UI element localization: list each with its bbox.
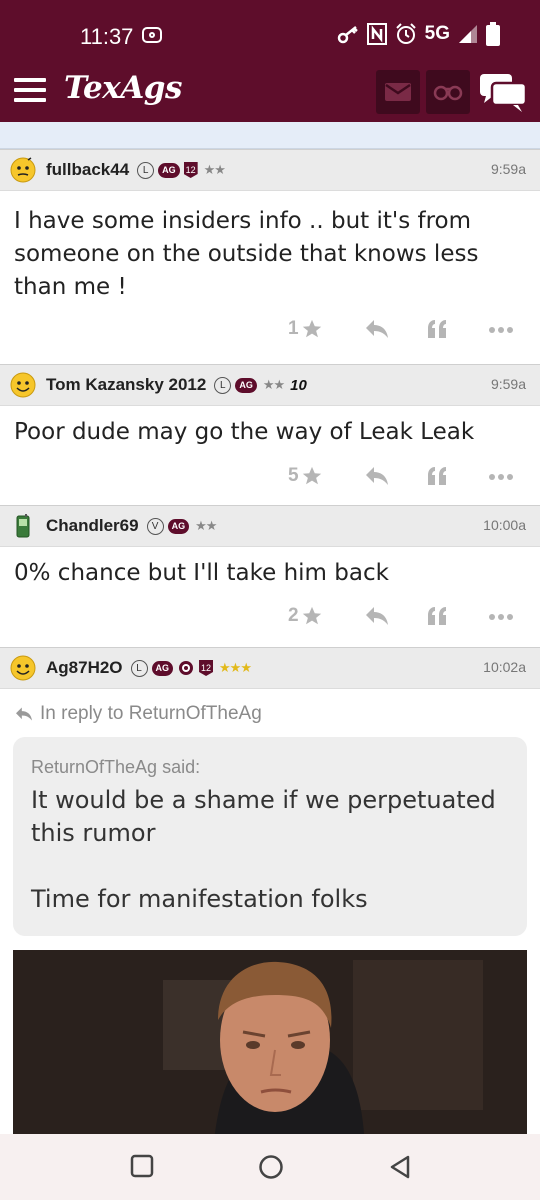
like-button[interactable]: 2 bbox=[288, 605, 323, 627]
menu-icon[interactable] bbox=[14, 78, 46, 104]
rating-stars: ★★ bbox=[262, 377, 285, 393]
post: Ag87H2O L AG 12 ★★★ 10:02a In reply to R… bbox=[0, 647, 540, 1134]
reply-arrow-icon bbox=[16, 707, 32, 721]
smiley-icon[interactable] bbox=[10, 655, 36, 681]
quote-icon[interactable] bbox=[426, 318, 448, 340]
system-nav-bar bbox=[0, 1134, 540, 1200]
reply-to-link[interactable]: In reply to ReturnOfTheAg bbox=[0, 689, 540, 737]
quote-icon[interactable] bbox=[426, 465, 448, 487]
like-count: 1 bbox=[288, 318, 299, 339]
key-icon bbox=[337, 26, 358, 44]
status-icons: 5G bbox=[337, 22, 500, 46]
rating-stars: ★★★ bbox=[219, 660, 252, 676]
post-actions: 1 bbox=[0, 304, 540, 364]
watchlist-button[interactable] bbox=[426, 70, 470, 114]
post: Tom Kazansky 2012 L AG ★★ 10 9:59a Poor … bbox=[0, 364, 540, 505]
recents-button[interactable] bbox=[130, 1154, 154, 1178]
more-icon[interactable] bbox=[488, 613, 514, 621]
post-body: 0% chance but I'll take him back bbox=[14, 560, 389, 586]
status-bar: 11:37 5G bbox=[0, 0, 540, 62]
battery-icon bbox=[486, 22, 500, 46]
username[interactable]: fullback44 bbox=[46, 160, 129, 180]
more-icon[interactable] bbox=[488, 473, 514, 481]
reveille-badge-icon bbox=[179, 661, 194, 675]
smiley-icon[interactable] bbox=[10, 372, 36, 398]
quote-author[interactable]: ReturnOfTheAg said: bbox=[31, 757, 509, 778]
post: Chandler69 V AG ★★ 10:00a 0% chance but … bbox=[0, 505, 540, 647]
rating-stars: ★★ bbox=[195, 518, 217, 534]
post-header: Chandler69 V AG ★★ 10:00a bbox=[0, 505, 540, 547]
reply-icon[interactable] bbox=[364, 318, 390, 340]
status-time: 11:37 bbox=[80, 24, 134, 49]
post-body: Poor dude may go the way of Leak Leak bbox=[14, 419, 475, 445]
username[interactable]: Chandler69 bbox=[46, 516, 139, 536]
username[interactable]: Ag87H2O bbox=[46, 658, 123, 678]
badge-l: L bbox=[137, 161, 155, 179]
post-header: Ag87H2O L AG 12 ★★★ 10:02a bbox=[0, 647, 540, 689]
post: fullback44 L AG 12 ★★ 9:59a I have some … bbox=[0, 149, 540, 364]
nfc-icon bbox=[366, 23, 387, 45]
star-icon bbox=[302, 319, 321, 338]
badge-ag: AG bbox=[235, 377, 257, 393]
post-image[interactable] bbox=[13, 950, 527, 1134]
rating-stars: ★★ bbox=[203, 162, 226, 178]
tag-10: 10 bbox=[290, 376, 307, 394]
chat-icon[interactable] bbox=[480, 74, 526, 112]
post-header: Tom Kazansky 2012 L AG ★★ 10 9:59a bbox=[0, 364, 540, 406]
thread-content: fullback44 L AG 12 ★★ 9:59a I have some … bbox=[0, 122, 540, 1134]
screen-record-icon bbox=[142, 27, 162, 43]
quote-icon[interactable] bbox=[426, 605, 448, 627]
star-icon bbox=[302, 466, 321, 485]
post-time: 10:02a bbox=[483, 659, 526, 675]
quote-text: It would be a shame if we perpetuated th… bbox=[31, 786, 496, 913]
reply-to-text: In reply to ReturnOfTheAg bbox=[40, 703, 262, 724]
previous-post-peek bbox=[0, 122, 540, 149]
badge-ag: AG bbox=[167, 518, 190, 534]
badge-12th-man: 12 bbox=[183, 162, 198, 178]
back-button[interactable] bbox=[388, 1154, 412, 1180]
signal-icon bbox=[459, 25, 477, 43]
quote-block: ReturnOfTheAg said: It would be a shame … bbox=[13, 737, 527, 936]
badge-12th-man: 12 bbox=[199, 660, 214, 676]
home-button[interactable] bbox=[258, 1154, 284, 1180]
post-time: 9:59a bbox=[490, 376, 526, 392]
post-header: fullback44 L AG 12 ★★ 9:59a bbox=[0, 149, 540, 191]
man-portrait-image bbox=[13, 950, 527, 1134]
mail-icon bbox=[385, 83, 411, 101]
more-icon[interactable] bbox=[488, 326, 514, 334]
post-actions: 5 bbox=[0, 449, 540, 505]
post-body: I have some insiders info .. but it's fr… bbox=[14, 208, 479, 300]
like-count: 5 bbox=[288, 465, 299, 486]
reply-icon[interactable] bbox=[364, 605, 390, 627]
badge-l: L bbox=[130, 659, 148, 677]
username[interactable]: Tom Kazansky 2012 bbox=[46, 375, 206, 395]
alarm-icon bbox=[395, 23, 416, 44]
network-label: 5G bbox=[424, 23, 450, 44]
binoculars-icon bbox=[433, 85, 463, 101]
texags-logo[interactable]: TexAgs bbox=[64, 70, 182, 106]
like-button[interactable]: 5 bbox=[288, 465, 323, 487]
post-time: 9:59a bbox=[490, 161, 526, 177]
badge-ag: AG bbox=[158, 162, 180, 178]
badge-ag: AG bbox=[151, 660, 174, 676]
messages-button[interactable] bbox=[376, 70, 420, 114]
reply-icon[interactable] bbox=[364, 465, 390, 487]
smiley-thinking-icon[interactable] bbox=[10, 157, 36, 183]
post-time: 10:00a bbox=[483, 517, 526, 533]
phone-icon[interactable] bbox=[10, 513, 36, 539]
badge-l: L bbox=[214, 376, 232, 394]
like-button[interactable]: 1 bbox=[288, 318, 323, 340]
star-icon bbox=[302, 606, 321, 625]
like-count: 2 bbox=[288, 605, 299, 626]
badge-v: V bbox=[146, 517, 164, 535]
post-actions: 2 bbox=[0, 590, 540, 647]
app-header: TexAgs bbox=[0, 62, 540, 122]
